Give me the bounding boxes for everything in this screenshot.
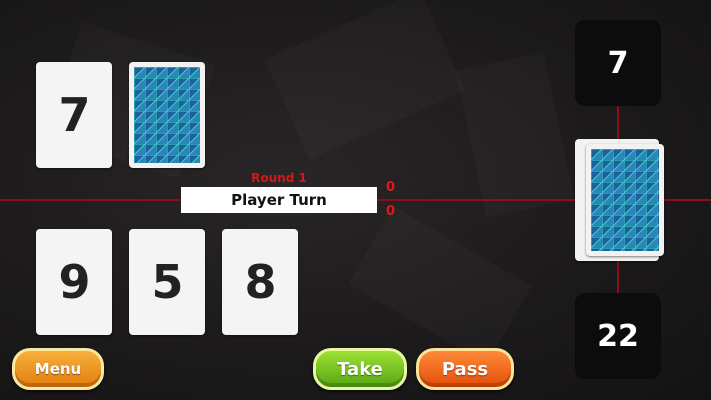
bottom-counter-value: 22 <box>597 318 639 354</box>
background-shard <box>348 206 532 364</box>
top-counter: 7 <box>575 20 661 106</box>
top-counter-value: 7 <box>607 45 629 81</box>
menu-button[interactable]: Menu <box>12 348 104 390</box>
bottom-hand-card[interactable]: 5 <box>129 229 205 335</box>
face-down-card[interactable] <box>129 62 205 168</box>
bottom-score: 0 <box>386 204 396 219</box>
card-value: 8 <box>244 255 276 309</box>
take-button[interactable]: Take <box>313 348 407 390</box>
background-shard <box>265 0 465 160</box>
background-shard <box>455 52 574 217</box>
round-label: Round 1 <box>251 171 307 185</box>
card-value: 5 <box>151 255 183 309</box>
card-back-icon <box>134 67 200 163</box>
draw-pile[interactable] <box>586 144 664 256</box>
card-back-icon <box>591 149 659 251</box>
turn-status-text: Player Turn <box>231 191 327 209</box>
card-value: 9 <box>58 255 90 309</box>
bottom-hand-card[interactable]: 8 <box>222 229 298 335</box>
pass-button[interactable]: Pass <box>416 348 514 390</box>
top-hand-card[interactable]: 7 <box>36 62 112 168</box>
card-value: 7 <box>58 88 90 142</box>
bottom-counter: 22 <box>575 293 661 379</box>
bottom-hand-card[interactable]: 9 <box>36 229 112 335</box>
top-score: 0 <box>386 180 396 195</box>
turn-status-box: Player Turn <box>181 187 377 213</box>
